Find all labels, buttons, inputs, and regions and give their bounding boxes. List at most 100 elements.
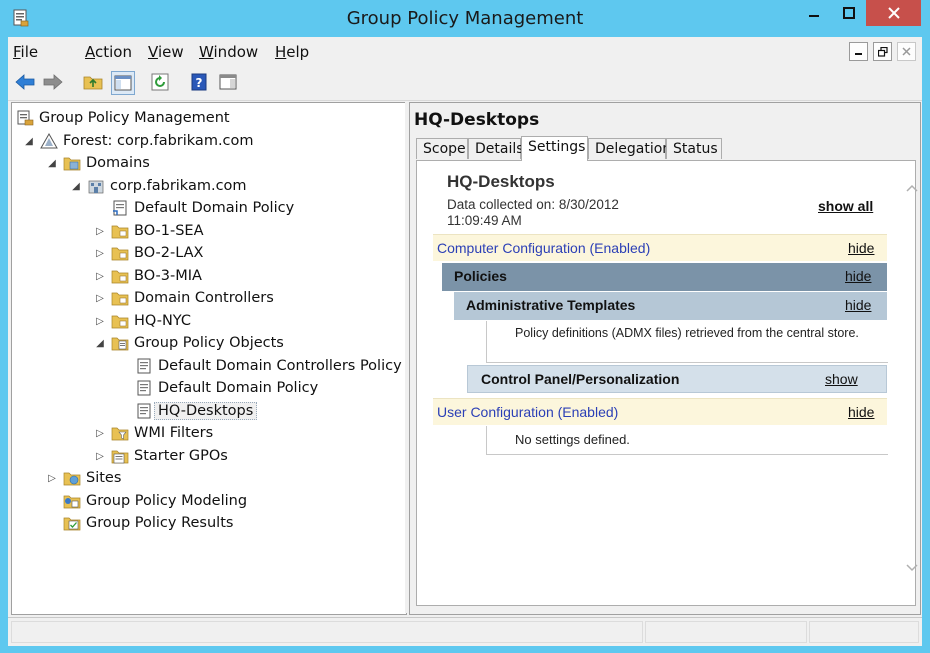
mdi-minimize-button[interactable] <box>849 42 868 61</box>
back-button[interactable] <box>14 71 36 93</box>
menu-help-label: elp <box>286 43 310 61</box>
expand-arrow-icon[interactable]: ▷ <box>93 226 107 237</box>
gpo-folder-icon <box>111 335 129 351</box>
refresh-icon <box>151 73 169 91</box>
collapse-arrow-icon[interactable]: ◢ <box>45 158 59 169</box>
tree-item-label: BO-1-SEA <box>134 223 204 239</box>
console-tree: Group Policy Management ◢ Forest: corp.f… <box>11 102 407 615</box>
status-panel-secondary <box>645 621 807 643</box>
menu-view[interactable]: View <box>148 43 184 61</box>
policies-hide-link[interactable]: hide <box>845 268 871 284</box>
administrative-templates-band: Administrative Templates hide <box>454 292 887 320</box>
control-panel-personalization-band: Control Panel/Personalization show <box>467 365 887 393</box>
menu-action[interactable]: Action <box>85 43 132 61</box>
tree-item-forest[interactable]: ◢ Forest: corp.fabrikam.com <box>22 130 254 152</box>
expand-arrow-icon[interactable]: ▷ <box>93 293 107 304</box>
title-bar[interactable]: Group Policy Management <box>0 0 930 37</box>
tree-item-bo-3-mia[interactable]: ▷ BO-3-MIA <box>93 265 202 287</box>
tree-item-wmi-filters[interactable]: ▷ WMI Filters <box>93 422 213 444</box>
forest-icon <box>40 132 58 149</box>
tree-item-sites[interactable]: ▷ Sites <box>45 467 121 489</box>
show-hide-action-pane-button[interactable] <box>217 71 239 93</box>
forward-arrow-icon <box>43 74 63 90</box>
collapse-arrow-icon[interactable]: ◢ <box>22 136 36 147</box>
tree-item-default-domain-policy-link[interactable]: Default Domain Policy <box>93 197 294 219</box>
mdi-restore-button[interactable] <box>873 42 892 61</box>
forward-button[interactable] <box>42 71 64 93</box>
report-scrollbar[interactable] <box>904 166 920 598</box>
expand-arrow-icon[interactable]: ▷ <box>93 248 107 259</box>
help-button[interactable]: ? <box>188 71 210 93</box>
menu-window-label: indow <box>213 43 259 61</box>
tree-item-gpmc-root[interactable]: Group Policy Management <box>16 107 230 129</box>
menu-view-label: iew <box>157 43 184 61</box>
mdi-close-button[interactable] <box>897 42 916 61</box>
tree-item-group-policy-modeling[interactable]: Group Policy Modeling <box>45 490 247 512</box>
tree-item-label: HQ-NYC <box>134 313 191 329</box>
tab-settings[interactable]: Settings <box>521 136 588 161</box>
svg-text:?: ? <box>196 76 203 90</box>
up-one-level-button[interactable] <box>82 71 104 93</box>
expand-arrow-icon[interactable]: ▷ <box>93 271 107 282</box>
minimize-icon <box>809 15 819 17</box>
close-icon <box>887 7 900 19</box>
maximize-button[interactable] <box>831 0 866 26</box>
tree-item-default-domain-policy[interactable]: Default Domain Policy <box>117 377 318 399</box>
gpmc-icon <box>16 110 34 126</box>
tree-item-starter-gpos[interactable]: ▷ Starter GPOs <box>93 445 228 467</box>
tree-item-bo-2-lax[interactable]: ▷ BO-2-LAX <box>93 242 203 264</box>
gpo-icon <box>135 380 153 396</box>
tree-item-corp-fabrikam[interactable]: ◢ corp.fabrikam.com <box>69 175 247 197</box>
starter-gpo-icon <box>111 448 129 464</box>
menu-file[interactable]: File <box>13 43 38 61</box>
tree-item-domain-controllers[interactable]: ▷ Domain Controllers <box>93 287 274 309</box>
show-hide-console-tree-button[interactable] <box>111 71 135 95</box>
control-panel-personalization-label: Control Panel/Personalization <box>481 371 680 387</box>
tree-item-group-policy-results[interactable]: Group Policy Results <box>45 512 233 534</box>
tree-item-label: WMI Filters <box>134 425 214 441</box>
minimize-button[interactable] <box>797 0 831 26</box>
user-configuration-hide-link[interactable]: hide <box>848 404 874 420</box>
scroll-up-icon[interactable] <box>906 184 918 192</box>
menu-help[interactable]: Help <box>275 43 309 61</box>
show-all-link[interactable]: show all <box>818 198 873 214</box>
tree-item-group-policy-objects[interactable]: ◢ Group Policy Objects <box>93 332 284 354</box>
collapse-arrow-icon[interactable]: ◢ <box>69 181 83 192</box>
tree-item-label: corp.fabrikam.com <box>110 178 247 194</box>
tab-delegation[interactable]: Delegation <box>588 138 671 159</box>
scroll-down-icon[interactable] <box>906 564 918 572</box>
status-bar <box>8 617 922 646</box>
gpo-icon <box>135 403 153 419</box>
expand-arrow-icon[interactable]: ▷ <box>93 316 107 327</box>
ou-folder-icon <box>111 268 129 284</box>
tree-item-domains[interactable]: ◢ Domains <box>45 152 150 174</box>
computer-configuration-hide-link[interactable]: hide <box>848 240 874 256</box>
menu-help-accel: H <box>275 43 287 61</box>
tab-details[interactable]: Details <box>468 138 524 159</box>
collapse-arrow-icon[interactable]: ◢ <box>93 338 107 349</box>
tree-item-hq-nyc[interactable]: ▷ HQ-NYC <box>93 310 191 332</box>
refresh-button[interactable] <box>149 71 171 93</box>
tab-scope[interactable]: Scope <box>416 138 468 159</box>
expand-arrow-icon[interactable]: ▷ <box>93 451 107 462</box>
menu-bar: File Action View Window Help <box>8 37 922 65</box>
tree-item-default-domain-controllers-policy[interactable]: Default Domain Controllers Policy <box>117 355 402 377</box>
administrative-templates-hide-link[interactable]: hide <box>845 297 871 313</box>
tab-status[interactable]: Status <box>666 138 722 159</box>
ou-folder-icon <box>111 313 129 329</box>
control-panel-personalization-show-link[interactable]: show <box>825 371 858 387</box>
restore-icon <box>877 46 888 57</box>
gpo-icon <box>135 358 153 374</box>
menu-file-label: ile <box>20 43 39 61</box>
computer-configuration-band: Computer Configuration (Enabled) hide <box>433 234 887 261</box>
tree-item-label: Sites <box>86 470 122 486</box>
tree-item-label: Group Policy Modeling <box>86 493 248 509</box>
expand-arrow-icon[interactable]: ▷ <box>45 473 59 484</box>
client-area: File Action View Window Help ? Group Pol… <box>8 37 922 646</box>
details-pane: HQ-Desktops Scope Details Settings Deleg… <box>409 102 921 615</box>
tree-item-hq-desktops[interactable]: HQ-Desktops <box>117 400 258 422</box>
close-button[interactable] <box>866 0 921 26</box>
menu-window[interactable]: Window <box>199 43 258 61</box>
expand-arrow-icon[interactable]: ▷ <box>93 428 107 439</box>
tree-item-bo-1-sea[interactable]: ▷ BO-1-SEA <box>93 220 203 242</box>
